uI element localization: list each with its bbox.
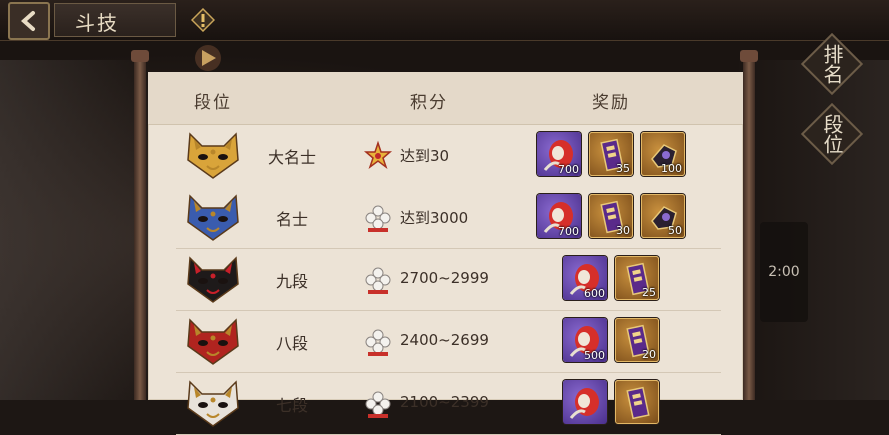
column-header-score: 积分 — [410, 93, 448, 113]
scroll-rod-right — [740, 50, 758, 400]
reward-count: 50 — [668, 224, 682, 237]
reward-count: 100 — [661, 162, 682, 175]
rank-mask-icon — [184, 316, 242, 366]
reward-item[interactable] — [615, 380, 659, 424]
rank-name: 名士 — [275, 210, 308, 229]
back-button[interactable] — [8, 2, 50, 40]
rank-button-label: 段位 — [820, 114, 844, 154]
title-plate: 斗技 — [54, 3, 215, 37]
rank-mask-icon — [184, 378, 242, 428]
white-flower-medal-icon — [362, 388, 394, 420]
table-row: 八段 2400~2699 500 20 — [176, 310, 721, 373]
white-flower-medal-icon — [362, 202, 394, 234]
table-row: 名士 达到3000 700 30 50 — [176, 186, 721, 249]
score-requirement: 达到30 — [400, 147, 450, 165]
top-bar: 斗技 — [0, 0, 889, 41]
column-header-reward: 奖励 — [592, 93, 630, 113]
table-header: 段位 积分 奖励 — [148, 72, 743, 125]
rank-mask-icon — [184, 192, 242, 242]
reward-item[interactable]: 700 — [537, 194, 581, 238]
page-title: 斗技 — [75, 11, 119, 35]
score-requirement: 2100~2399 — [400, 393, 489, 411]
rank-name: 大名士 — [267, 148, 316, 167]
timer-text: 2:00 — [768, 264, 800, 280]
back-arrow-icon — [20, 11, 35, 31]
rank-name: 九段 — [275, 272, 308, 291]
reward-count: 600 — [584, 287, 605, 300]
background-figure-left — [0, 60, 150, 400]
reward-count: 30 — [616, 224, 630, 237]
reward-item[interactable]: 25 — [615, 256, 659, 300]
leaderboard-button[interactable]: 排名 — [800, 32, 864, 96]
reward-item[interactable]: 600 — [563, 256, 607, 300]
rank-name: 七段 — [275, 396, 308, 415]
leaderboard-button-label: 排名 — [820, 44, 844, 84]
reward-count: 20 — [642, 348, 656, 361]
reward-item[interactable]: 500 — [563, 318, 607, 362]
reward-count: 700 — [558, 225, 579, 238]
score-requirement: 2700~2999 — [400, 269, 489, 287]
rank-name: 八段 — [275, 334, 308, 353]
reward-count: 500 — [584, 349, 605, 362]
reward-item[interactable] — [563, 380, 607, 424]
score-requirement: 达到3000 — [400, 209, 469, 227]
white-flower-medal-icon — [362, 264, 394, 296]
gold-star-medal-icon — [362, 140, 394, 172]
reward-item[interactable]: 700 — [537, 132, 581, 176]
reward-item[interactable]: 35 — [589, 132, 633, 176]
reward-count: 35 — [616, 162, 630, 175]
reward-item[interactable]: 50 — [641, 194, 685, 238]
season-timer: 2:00 — [760, 222, 808, 322]
rank-mask-icon — [184, 254, 242, 304]
column-header-rank: 段位 — [194, 93, 232, 113]
reward-item[interactable]: 100 — [641, 132, 685, 176]
table-row: 九段 2700~2999 600 25 — [176, 248, 721, 311]
score-requirement: 2400~2699 — [400, 331, 489, 349]
rank-button[interactable]: 段位 — [800, 102, 864, 166]
reward-count: 700 — [558, 163, 579, 176]
reward-item[interactable]: 30 — [589, 194, 633, 238]
reward-item[interactable]: 20 — [615, 318, 659, 362]
info-warning-icon[interactable] — [191, 8, 215, 32]
rank-rewards-panel[interactable]: 段位 积分 奖励 大名士 达到30 700 35 100 名士 达到3000 7… — [148, 72, 743, 435]
table-row: 七段 2100~2399 — [176, 372, 721, 435]
rank-mask-icon — [184, 130, 242, 180]
scroll-rod-left — [131, 50, 149, 400]
reward-count: 25 — [642, 286, 656, 299]
white-flower-medal-icon — [362, 326, 394, 358]
table-row: 大名士 达到30 700 35 100 — [176, 124, 721, 186]
